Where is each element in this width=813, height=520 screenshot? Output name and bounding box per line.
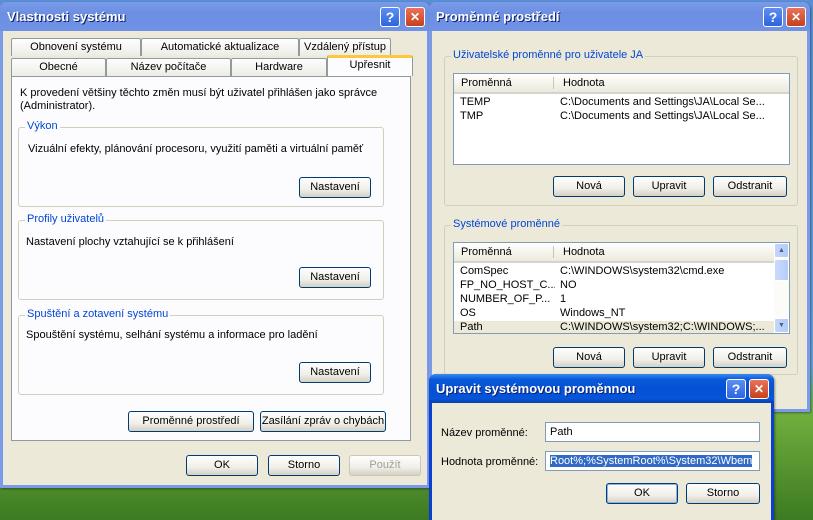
advanced-tab-panel: K provedení většiny těchto změn musí být…	[11, 76, 411, 441]
cancel-button[interactable]: Storno	[268, 455, 340, 476]
group-label: Výkon	[25, 120, 60, 132]
user-new-button[interactable]: Nová	[553, 176, 625, 197]
system-delete-button[interactable]: Odstranit	[713, 347, 787, 368]
user-variables-list[interactable]: Proměnná Hodnota TEMP C:\Documents and S…	[453, 73, 790, 165]
edit-cancel-button[interactable]: Storno	[686, 483, 760, 504]
variable-name-field[interactable]: Path	[545, 422, 760, 442]
scroll-up-icon[interactable]: ▲	[774, 243, 789, 258]
tab-hardware[interactable]: Hardware	[231, 58, 327, 76]
list-header: Proměnná Hodnota	[454, 74, 789, 94]
close-icon[interactable]: ✕	[749, 379, 769, 399]
apply-button[interactable]: Použít	[349, 455, 421, 476]
performance-settings-button[interactable]: Nastavení	[299, 177, 371, 198]
edit-variable-client: Název proměnné: Path Hodnota proměnné: R…	[432, 403, 771, 520]
variable-name-label: Název proměnné:	[441, 427, 528, 439]
group-label: Spuštění a zotavení systému	[25, 308, 171, 320]
user-profiles-settings-button[interactable]: Nastavení	[299, 267, 371, 288]
column-separator[interactable]	[553, 246, 554, 258]
table-row[interactable]: ComSpec C:\WINDOWS\system32\cmd.exe	[454, 265, 776, 279]
variable-value: 1	[560, 293, 567, 305]
help-icon[interactable]: ?	[726, 379, 746, 399]
window-title: Vlastnosti systému	[7, 9, 126, 24]
variable-value: C:\Documents and Settings\JA\Local Se...	[560, 110, 765, 122]
window-title: Upravit systémovou proměnnou	[436, 381, 636, 396]
tab-computer-name[interactable]: Název počítače	[106, 58, 231, 76]
table-row[interactable]: TMP C:\Documents and Settings\JA\Local S…	[454, 110, 789, 124]
ok-button[interactable]: OK	[186, 455, 258, 476]
tab-advanced[interactable]: Upřesnit	[327, 55, 413, 76]
column-header-value[interactable]: Hodnota	[563, 246, 605, 258]
variable-value-field[interactable]: Root%;%SystemRoot%\System32\Wbem	[545, 451, 760, 471]
group-description: Spouštění systému, selhání systému a inf…	[26, 329, 318, 341]
help-icon[interactable]: ?	[380, 7, 400, 27]
variable-name: NUMBER_OF_P...	[460, 293, 551, 305]
scroll-down-icon[interactable]: ▼	[774, 318, 789, 333]
tab-remote[interactable]: Vzdálený přístup	[299, 38, 391, 56]
tab-general[interactable]: Obecné	[11, 58, 106, 76]
admin-notice: K provedení většiny těchto změn musí být…	[20, 87, 378, 112]
environment-variables-window: Proměnné prostředí ? ✕ Uživatelské promě…	[429, 2, 810, 412]
variable-value: NO	[560, 279, 577, 291]
tab-automatic-updates[interactable]: Automatické aktualizace	[141, 38, 299, 56]
system-properties-titlebar[interactable]: Vlastnosti systému ? ✕	[0, 2, 430, 31]
help-icon[interactable]: ?	[763, 7, 783, 27]
variable-value: C:\WINDOWS\system32;C:\WINDOWS;...	[560, 321, 765, 333]
column-separator[interactable]	[553, 77, 554, 89]
variable-name: ComSpec	[460, 265, 509, 277]
close-icon[interactable]: ✕	[405, 7, 425, 27]
selected-text: Root%;%SystemRoot%\System32\Wbem	[550, 455, 753, 467]
user-edit-button[interactable]: Upravit	[633, 176, 705, 197]
list-header: Proměnná Hodnota	[454, 243, 774, 263]
variable-value: C:\WINDOWS\system32\cmd.exe	[560, 265, 725, 277]
edit-variable-dialog: Upravit systémovou proměnnou ? ✕ Název p…	[429, 374, 774, 520]
table-row[interactable]: OS Windows_NT	[454, 307, 776, 321]
user-variables-group: Uživatelské proměnné pro uživatele JA Pr…	[444, 49, 798, 206]
close-icon[interactable]: ✕	[786, 7, 806, 27]
startup-recovery-settings-button[interactable]: Nastavení	[299, 362, 371, 383]
system-properties-window: Vlastnosti systému ? ✕ Obnovení systému …	[0, 2, 430, 488]
group-label: Profily uživatelů	[25, 213, 107, 225]
edit-variable-titlebar[interactable]: Upravit systémovou proměnnou ? ✕	[429, 374, 774, 403]
column-header-value[interactable]: Hodnota	[563, 77, 605, 89]
variable-value: Windows_NT	[560, 307, 626, 319]
scroll-thumb[interactable]	[774, 259, 789, 281]
variable-name: TMP	[460, 110, 484, 122]
environment-variables-titlebar[interactable]: Proměnné prostředí ? ✕	[429, 2, 810, 31]
system-edit-button[interactable]: Upravit	[633, 347, 705, 368]
window-title: Proměnné prostředí	[436, 9, 560, 24]
group-description: Vizuální efekty, plánování procesoru, vy…	[28, 143, 364, 155]
table-row[interactable]: NUMBER_OF_P... 1	[454, 293, 776, 307]
variable-name: TEMP	[460, 96, 491, 108]
system-list-scrollbar[interactable]: ▲ ▼	[774, 243, 789, 333]
table-row[interactable]: FP_NO_HOST_C... NO	[454, 279, 776, 293]
system-new-button[interactable]: Nová	[553, 347, 625, 368]
environment-variables-client: Uživatelské proměnné pro uživatele JA Pr…	[432, 31, 807, 409]
group-description: Nastavení plochy vztahující se k přihláš…	[26, 236, 234, 248]
variable-value: C:\Documents and Settings\JA\Local Se...	[560, 96, 765, 108]
system-variables-list[interactable]: Proměnná Hodnota ComSpec C:\WINDOWS\syst…	[453, 242, 790, 334]
variable-name: OS	[460, 307, 476, 319]
column-header-name[interactable]: Proměnná	[461, 246, 512, 258]
group-label: Systémové proměnné	[451, 218, 562, 230]
startup-recovery-group: Spuštění a zotavení systému Spouštění sy…	[18, 308, 384, 395]
user-profiles-group: Profily uživatelů Nastavení plochy vztah…	[18, 213, 384, 300]
tab-system-restore[interactable]: Obnovení systému	[11, 38, 141, 56]
group-label: Uživatelské proměnné pro uživatele JA	[451, 49, 646, 61]
error-reporting-button[interactable]: Zasílání zpráv o chybách	[260, 411, 386, 432]
table-row[interactable]: TEMP C:\Documents and Settings\JA\Local …	[454, 96, 789, 110]
system-variables-group: Systémové proměnné Proměnná Hodnota ComS…	[444, 218, 798, 375]
variable-name: FP_NO_HOST_C...	[460, 279, 555, 291]
edit-ok-button[interactable]: OK	[606, 483, 678, 504]
user-delete-button[interactable]: Odstranit	[713, 176, 787, 197]
variable-value-label: Hodnota proměnné:	[441, 456, 539, 468]
system-properties-client: Obnovení systému Automatické aktualizace…	[3, 31, 427, 485]
table-row[interactable]: Path C:\WINDOWS\system32;C:\WINDOWS;...	[454, 321, 776, 333]
column-header-name[interactable]: Proměnná	[461, 77, 512, 89]
environment-variables-button[interactable]: Proměnné prostředí	[128, 411, 254, 432]
performance-group: Výkon Vizuální efekty, plánování proceso…	[18, 120, 384, 207]
variable-name: Path	[460, 321, 483, 333]
